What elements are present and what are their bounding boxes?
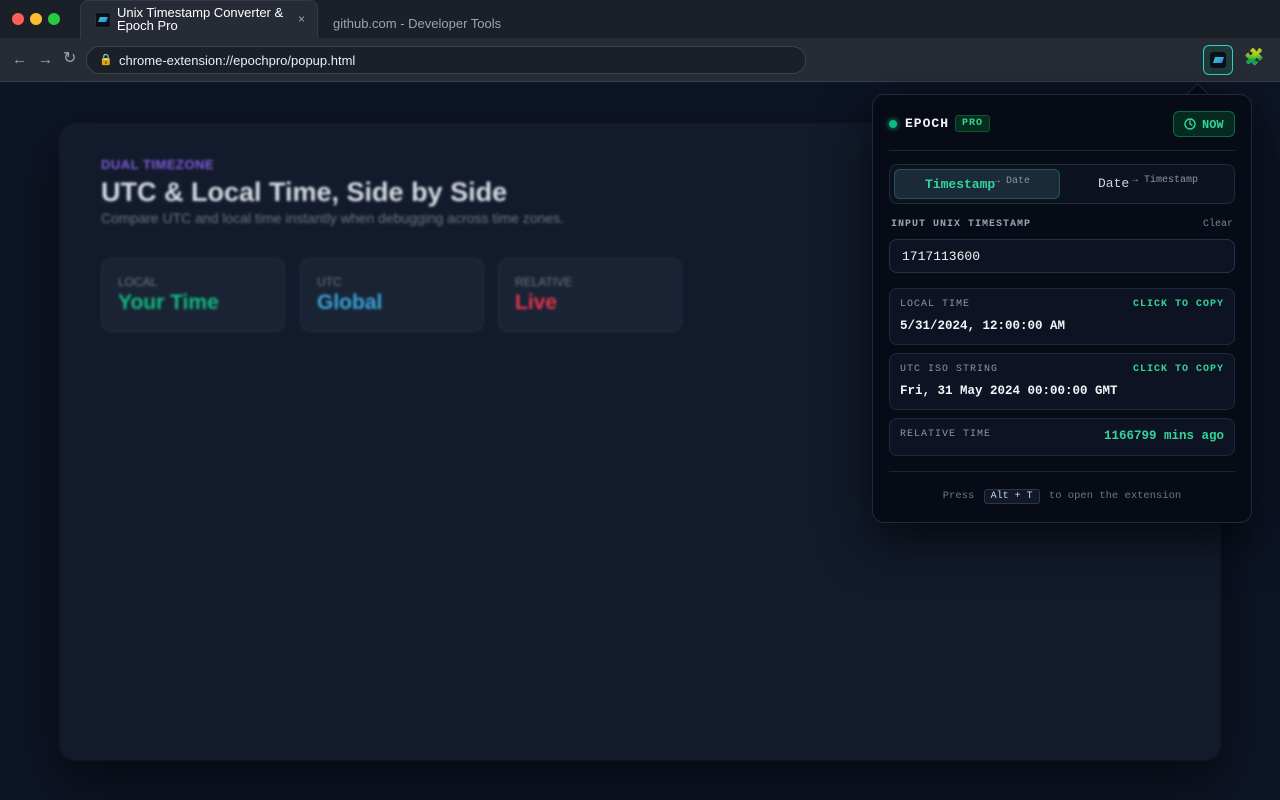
- relative-time-value: 1166799 mins ago: [1103, 429, 1224, 443]
- extension-popup: EPOCH PRO NOW Timestamp → Date Date → Ti…: [872, 94, 1252, 523]
- local-time-label: LOCAL TIME: [900, 299, 971, 310]
- back-arrow-icon[interactable]: ←: [12, 52, 27, 67]
- mode-tab-main: Date: [1098, 176, 1130, 191]
- utc-iso-value: Fri, 31 May 2024 00:00:00 GMT: [900, 384, 1118, 398]
- tab-date-to-timestamp[interactable]: Date → Timestamp: [1062, 169, 1228, 199]
- relative-time-card: RELATIVE TIME 1166799 mins ago: [889, 418, 1235, 456]
- mode-tab-sub: → Timestamp: [1132, 175, 1199, 186]
- shortcut-key: Alt + T: [983, 489, 1040, 504]
- footer-suffix: to open the extension: [1048, 490, 1182, 502]
- lock-icon: 🔒: [99, 54, 113, 66]
- reload-icon[interactable]: ↻: [63, 51, 76, 67]
- local-time-card[interactable]: LOCAL TIME CLICK TO COPY 5/31/2024, 12:0…: [889, 288, 1235, 345]
- bg-card-value: Your Time: [118, 291, 219, 314]
- footer-divider: [889, 471, 1235, 472]
- close-window-button[interactable]: [12, 13, 24, 25]
- browser-titlebar: Unix Timestamp Converter & Epoch Pro × g…: [0, 0, 1280, 38]
- utc-iso-label: UTC ISO STRING: [900, 364, 999, 375]
- mode-switch: Timestamp → Date Date → Timestamp: [889, 164, 1235, 204]
- browser-toolbar: ← → ↻ 🔒 chrome-extension://epochpro/popu…: [0, 38, 1280, 82]
- maximize-window-button[interactable]: [48, 13, 60, 25]
- local-time-value: 5/31/2024, 12:00:00 AM: [900, 319, 1066, 333]
- tab-title: Unix Timestamp Converter & Epoch Pro: [117, 5, 284, 33]
- utc-iso-copy[interactable]: CLICK TO COPY: [1133, 364, 1224, 375]
- epoch-extension-button[interactable]: [1203, 45, 1233, 75]
- address-url[interactable]: chrome-extension://epochpro/popup.html: [119, 53, 355, 68]
- footer-prefix: Press: [942, 490, 975, 502]
- popup-footer: Press Alt + T to open the extension: [873, 489, 1251, 504]
- minimize-window-button[interactable]: [30, 13, 42, 25]
- bg-card-label: UTC: [317, 275, 342, 289]
- bg-card-value: Live: [515, 291, 558, 314]
- bg-card-value: Global: [317, 291, 383, 314]
- mode-tab-main: Timestamp: [925, 177, 996, 192]
- address-bar[interactable]: 🔒 chrome-extension://epochpro/popup.html: [86, 46, 806, 74]
- mode-tab-sub: → Date: [994, 176, 1031, 187]
- utc-iso-card[interactable]: UTC ISO STRING CLICK TO COPY Fri, 31 May…: [889, 353, 1235, 410]
- epoch-extension-icon: [1210, 52, 1226, 68]
- status-dot-icon: [889, 120, 897, 128]
- epoch-favicon-icon: [95, 12, 111, 28]
- browser-tab-inactive[interactable]: github.com - Developer Tools: [333, 16, 501, 31]
- tab-close-icon[interactable]: ×: [298, 13, 305, 25]
- bg-card-label: LOCAL: [118, 275, 158, 289]
- clear-button[interactable]: Clear: [1203, 219, 1233, 230]
- now-button-label: NOW: [1202, 118, 1224, 132]
- popup-brand: EPOCH: [905, 116, 950, 131]
- relative-time-label: RELATIVE TIME: [900, 429, 992, 440]
- local-time-copy[interactable]: CLICK TO COPY: [1133, 299, 1224, 310]
- bg-title: UTC & Local Time, Side by Side: [101, 177, 508, 207]
- forward-arrow-icon[interactable]: →: [38, 52, 53, 67]
- bg-card-utc: UTC Global: [300, 258, 484, 332]
- bg-card-label: RELATIVE: [515, 275, 573, 289]
- extensions-puzzle-icon[interactable]: 🧩: [1244, 50, 1264, 66]
- pro-badge: PRO: [955, 115, 991, 132]
- bg-card-local: LOCAL Your Time: [101, 258, 285, 332]
- bg-subtitle: Compare UTC and local time instantly whe…: [101, 210, 565, 226]
- clock-icon: [1184, 118, 1196, 130]
- tab-timestamp-to-date[interactable]: Timestamp → Date: [894, 169, 1060, 199]
- now-button[interactable]: NOW: [1173, 111, 1235, 137]
- bg-eyebrow: DUAL TIMEZONE: [101, 157, 215, 172]
- header-divider: [889, 150, 1235, 151]
- browser-tab-active[interactable]: Unix Timestamp Converter & Epoch Pro ×: [80, 0, 318, 38]
- input-label: INPUT UNIX TIMESTAMP: [891, 219, 1032, 230]
- timestamp-input[interactable]: [889, 239, 1235, 273]
- bg-card-relative: RELATIVE Live: [498, 258, 682, 332]
